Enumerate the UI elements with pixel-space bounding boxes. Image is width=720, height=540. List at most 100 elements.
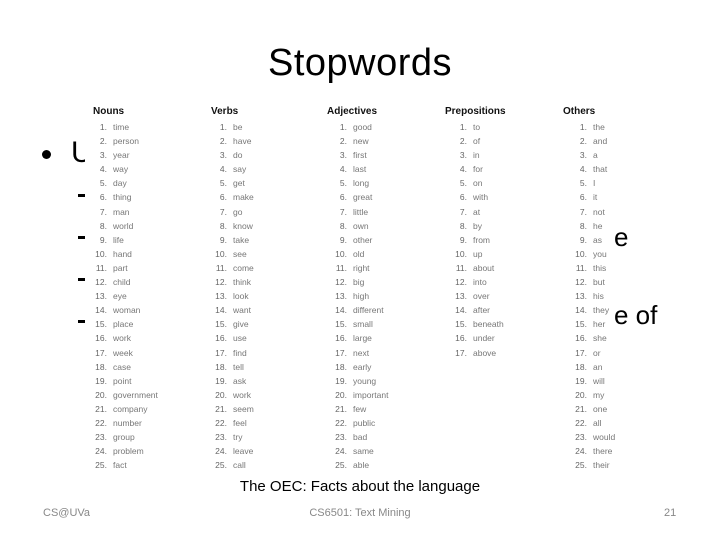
- rank-number: 12.: [95, 277, 107, 288]
- rank-number: 10.: [335, 248, 347, 259]
- rank-number: 17.: [335, 347, 347, 358]
- word-row: 24. same: [325, 444, 388, 458]
- rank-number: 20.: [95, 389, 107, 400]
- rank-number: 9.: [459, 234, 467, 245]
- word-row: 18. tell: [205, 360, 254, 374]
- word-row: 10. you: [565, 247, 615, 261]
- word: woman: [113, 305, 141, 316]
- word-row: 1. time: [85, 120, 158, 134]
- word: right: [353, 262, 370, 273]
- rank-number: 13.: [95, 291, 107, 302]
- rank-number: 6.: [219, 192, 227, 203]
- word: she: [593, 333, 607, 344]
- word-row: 21. company: [85, 402, 158, 416]
- word: hand: [113, 248, 132, 259]
- column-header: Prepositions: [445, 106, 506, 117]
- word: over: [473, 291, 490, 302]
- word-row: 3. in: [445, 148, 506, 162]
- word: public: [353, 417, 376, 428]
- word: little: [353, 206, 369, 217]
- rank-number: 17.: [455, 347, 467, 358]
- rank-number: 20.: [335, 389, 347, 400]
- word: give: [233, 319, 249, 330]
- word-row: 17. or: [565, 346, 615, 360]
- word: few: [353, 403, 367, 414]
- rank-number: 16.: [335, 333, 347, 344]
- word: leave: [233, 446, 254, 457]
- word: important: [353, 389, 389, 400]
- rank-number: 6.: [99, 192, 107, 203]
- word: from: [473, 234, 490, 245]
- word: own: [353, 220, 369, 231]
- word: last: [353, 164, 367, 175]
- rank-number: 17.: [95, 347, 107, 358]
- word: call: [233, 460, 246, 471]
- word: one: [593, 403, 608, 414]
- word-row: 24. problem: [85, 444, 158, 458]
- rank-number: 9.: [579, 234, 587, 245]
- rank-number: 10.: [215, 248, 227, 259]
- word-row: 18. case: [85, 360, 158, 374]
- word-row: 3. do: [205, 148, 254, 162]
- word-row: 19. will: [565, 374, 615, 388]
- rank-number: 19.: [335, 375, 347, 386]
- column-header: Adjectives: [327, 106, 378, 117]
- word-row: 12. big: [325, 275, 388, 289]
- word: and: [593, 136, 608, 147]
- word: different: [353, 305, 384, 316]
- word-row: 1. good: [325, 120, 388, 134]
- word: other: [353, 234, 373, 245]
- rank-number: 24.: [95, 446, 107, 457]
- word-row: 19. point: [85, 374, 158, 388]
- rank-number: 3.: [459, 150, 467, 161]
- word-row: 22. public: [325, 416, 388, 430]
- word: make: [233, 192, 254, 203]
- rank-number: 11.: [575, 262, 587, 273]
- word: thing: [113, 192, 132, 203]
- word-row: 10. hand: [85, 247, 158, 261]
- word: ask: [233, 375, 247, 386]
- word: a: [593, 150, 598, 161]
- word: to: [473, 122, 481, 132]
- word-row: 20. government: [85, 388, 158, 402]
- word-row: 12. think: [205, 275, 254, 289]
- word-row: 5. get: [205, 176, 254, 190]
- word: think: [233, 277, 251, 288]
- word: in: [473, 150, 480, 161]
- rank-number: 9.: [99, 234, 107, 245]
- rank-number: 22.: [95, 417, 107, 428]
- word-row: 6. with: [445, 190, 506, 204]
- column-header: Others: [563, 106, 596, 117]
- rank-number: 18.: [575, 361, 587, 372]
- word: but: [593, 277, 605, 288]
- word-row: 13. his: [565, 289, 615, 303]
- word: next: [353, 347, 370, 358]
- word: under: [473, 333, 495, 344]
- word-row: 4. last: [325, 162, 388, 176]
- word-row: 24. there: [565, 444, 615, 458]
- word-row: 2. of: [445, 134, 506, 148]
- rank-number: 1.: [99, 122, 107, 132]
- word: person: [113, 136, 139, 147]
- word: want: [233, 305, 251, 316]
- word-row: 1. the: [565, 120, 615, 134]
- word-row: 12. child: [85, 275, 158, 289]
- rank-number: 22.: [335, 417, 347, 428]
- word: by: [473, 220, 482, 231]
- rank-number: 10.: [455, 248, 467, 259]
- word-row: 15. small: [325, 317, 388, 331]
- word-row: 11. about: [445, 261, 506, 275]
- word-row: 4. for: [445, 162, 506, 176]
- word: work: [233, 389, 251, 400]
- word: take: [233, 234, 250, 245]
- rank-number: 7.: [339, 206, 347, 217]
- word-row: 25. call: [205, 458, 254, 472]
- word: group: [113, 432, 135, 443]
- word: come: [233, 262, 254, 273]
- word-row: 13. look: [205, 289, 254, 303]
- word-row: 16. work: [85, 331, 158, 345]
- word-row: 6. it: [565, 190, 615, 204]
- word: small: [353, 319, 373, 330]
- rank-number: 10.: [575, 248, 587, 259]
- rank-number: 15.: [335, 319, 347, 330]
